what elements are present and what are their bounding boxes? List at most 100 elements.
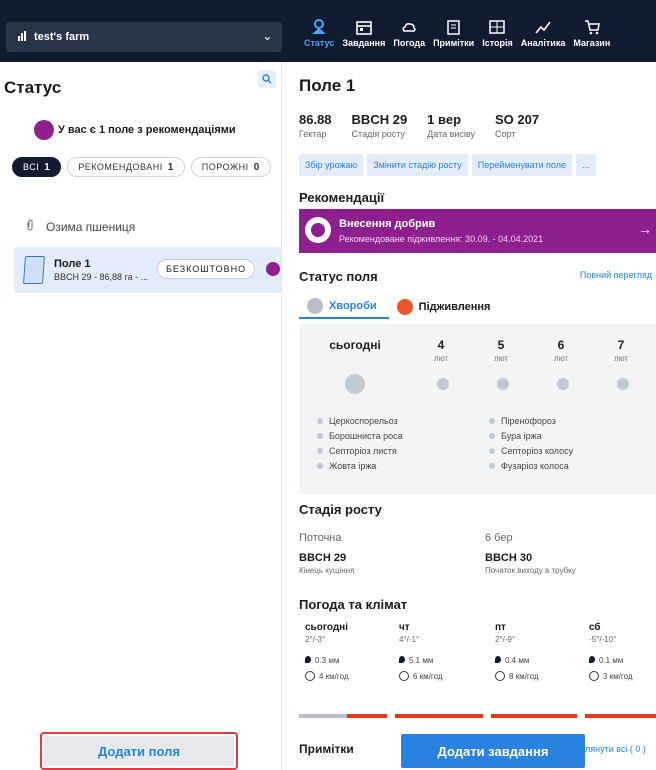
disease-list-right: Піренофороз Бура іржа Септоріоз колосу Ф… [489,416,573,476]
wind-icon [399,671,409,681]
weather-day[interactable]: чт 4°/-1° 5.1 мм 6 км/год [399,622,443,681]
weather-bar [299,714,347,718]
weather-bar [491,714,577,718]
growth-stage-heading: Стадія росту [299,502,382,517]
filter-all[interactable]: ВСІ 1 [12,157,62,177]
growth-current: Поточна BBCH 29 Кінець кущіння [299,532,355,575]
raindrop-icon [495,656,501,663]
stat-area: 86.88 Гектар [299,112,332,139]
recommendation-subtitle: Рекомендоване підживлення: 30.09. - 04.0… [339,234,544,244]
field-filters: ВСІ 1 РЕКОМЕНДОВАНІ 1 ПОРОЖНІ 0 [12,157,271,177]
harvest-button[interactable]: Збір урожаю [299,154,364,176]
recommendation-title: Внесення добрив [339,218,436,230]
nav-notes[interactable]: Примітки [429,16,478,48]
nav-history[interactable]: Історія [478,16,517,48]
crop-group-header: Озима пшениця [26,219,135,234]
field-title: Поле 1 [299,76,356,95]
recommendations-notice[interactable]: У вас є 1 поле з рекомендаціями [34,120,236,140]
growth-next: 6 бер BBCH 30 Початок виходу в трубку [485,532,576,575]
risk-dot[interactable] [437,378,449,390]
show-all-link[interactable]: лянути всі ( 0 ) [585,744,646,754]
farm-selector[interactable]: test's farm ⌄ [6,22,282,52]
notes-icon [446,16,462,38]
notes-heading: Примітки [299,742,354,756]
stat-sowing-date: 1 вер Дата висіву [427,112,475,139]
filter-recommended[interactable]: РЕКОМЕНДОВАНІ 1 [67,157,185,177]
weather-bar [395,714,483,718]
weather-icon [401,16,417,38]
history-icon [489,16,506,38]
stat-growth-stage: BBCH 29 Стадія росту [351,112,408,139]
rename-field-button[interactable]: Перейменувати поле [471,154,572,176]
calendar-day[interactable]: 7 лют [591,338,651,363]
field-list-item[interactable]: Поле 1 BBCH 29 - 86,88 га - ... БЕЗКОШТО… [14,247,282,293]
list-item: Септоріоз листя [317,446,403,456]
list-item: Жовта іржа [317,461,403,471]
analytics-icon [535,16,551,38]
risk-dot[interactable] [557,378,569,390]
cart-icon [584,16,600,38]
field-status-heading: Статус поля [299,269,378,284]
fields-panel: Статус У вас є 1 поле з рекомендаціями В… [0,62,282,770]
fertilizer-icon [396,299,413,315]
crop-name: Озима пшениця [46,219,136,234]
list-item: Фузаріоз колоса [489,461,573,471]
calendar-day[interactable]: 6 лют [531,338,591,363]
search-button[interactable] [258,70,276,88]
recommendation-dot-icon [34,120,54,140]
disease-list-left: Церкоспорельоз Борошниста роса Септоріоз… [317,416,403,476]
list-item: Церкоспорельоз [317,416,403,426]
nav-status[interactable]: Статус [300,16,338,48]
risk-dot[interactable] [617,378,629,390]
risk-dot[interactable] [345,374,365,394]
field-stats: 86.88 Гектар BBCH 29 Стадія росту 1 вер Дат… [299,112,559,139]
nav-shop[interactable]: Магазин [569,16,614,48]
app-window: test's farm ⌄ Статус Завдання Погода При… [0,0,656,770]
field-detail-panel: Поле 1 86.88 Гектар BBCH 29 Стадія росту 1… [283,62,656,770]
farm-icon [18,30,28,44]
recommendations-heading: Рекомендації [299,190,385,205]
recommendation-dot-icon [266,262,280,276]
weather-heading: Погода та клімат [299,597,408,612]
change-stage-button[interactable]: Змінити стадію росту [367,154,468,176]
arrow-right-icon: → [638,221,652,237]
main-nav: Статус Завдання Погода Примітки Історія … [300,16,614,48]
farm-name: test's farm [34,31,90,43]
tab-fertilization[interactable]: Підживлення [389,295,503,319]
recommendation-banner[interactable]: Внесення добрив Рекомендоване підживленн… [299,209,656,253]
chevron-down-icon: ⌄ [262,31,272,43]
wind-icon [495,671,505,681]
list-item: Септоріоз колосу [489,446,573,456]
status-icon [310,16,328,38]
add-task-button[interactable]: Додати завдання [401,734,585,768]
calendar-day[interactable]: 5 лют [471,338,531,363]
filter-empty[interactable]: ПОРОЖНІ 0 [190,157,271,177]
calendar-day[interactable]: 4 лют [411,338,471,363]
weather-bar [585,714,656,718]
calendar-day[interactable]: сьогодні [299,338,411,363]
add-fields-highlight: Додати поля [40,732,238,770]
raindrop-icon [589,656,595,663]
raindrop-icon [305,656,311,663]
add-fields-button[interactable]: Додати поля [44,736,234,766]
more-actions-button[interactable]: ... [576,154,596,176]
nav-tasks[interactable]: Завдання [338,16,389,48]
weather-day[interactable]: сб -5°/-10° 0.1 мм 3 км/год [589,622,633,681]
list-item: Піренофороз [489,416,573,426]
status-tabs: Хвороби Підживлення [299,295,502,319]
tab-diseases[interactable]: Хвороби [299,295,389,319]
search-icon [262,74,272,84]
nav-analytics[interactable]: Аналітика [517,16,570,48]
disease-calendar: сьогодні 4 лют 5 лют 6 лют 7 лют Церкоспорел… [299,324,656,494]
raindrop-icon [399,656,405,663]
nav-weather[interactable]: Погода [389,16,429,48]
risk-dot[interactable] [497,378,509,390]
weather-day[interactable]: пт 2°/-9° 0.4 мм 8 км/год [495,622,539,681]
plan-badge: БЕЗКОШТОВНО [157,259,256,279]
top-bar: test's farm ⌄ Статус Завдання Погода При… [0,0,656,62]
weather-day[interactable]: сьогодні 2°/-3° 0.3 мм 4 км/год [305,622,349,681]
paperclip-icon [26,219,34,234]
full-view-link[interactable]: Повний перегляд [580,270,652,280]
field-shape-icon [23,256,45,284]
recommendations-text: У вас є 1 поле з рекомендаціями [58,124,236,136]
